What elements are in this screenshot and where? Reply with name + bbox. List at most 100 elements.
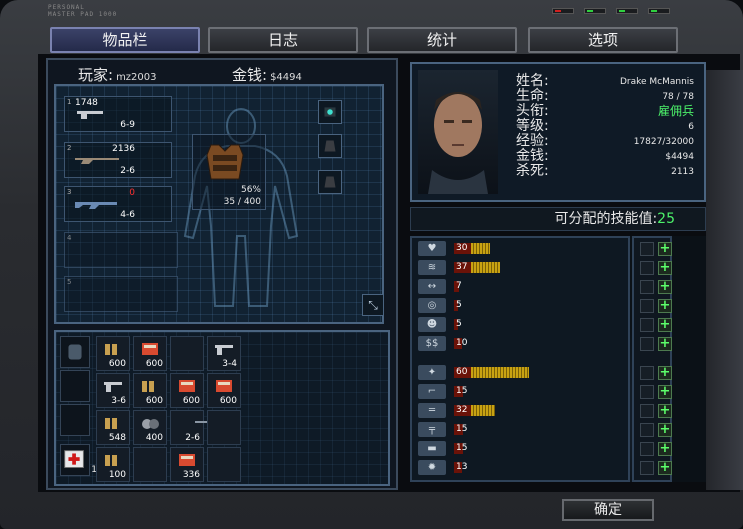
inventory-cell[interactable]: 600 [170,373,204,408]
inventory-panel: 玩家: mz2003 金钱: $4494 1 1748 6-9 2 2136 2-6… [46,58,398,490]
skill-value: 15 [456,443,468,453]
skill-plus-button[interactable]: + [658,385,672,399]
stat-value: 17827/32000 [633,137,694,147]
inventory-cell[interactable]: 3-6 [96,373,130,408]
skill-row: ↔ 7 [416,278,626,296]
skill-value: 5 [456,319,462,329]
ok-button[interactable]: 确定 [562,499,654,521]
stat-label: 等级: [516,118,549,134]
skill-minus-button[interactable] [640,318,654,332]
gadget-slot-3[interactable] [318,170,342,194]
skill-minus-button[interactable] [640,423,654,437]
ammo-box-icon [179,454,195,466]
inventory-cell[interactable]: 600 [207,373,241,408]
stat-label: 姓名: [516,73,549,89]
weapon-slot-1[interactable]: 1 1748 6-9 [64,96,172,132]
skill-plus-button[interactable]: + [658,318,672,332]
skill-minus-button[interactable] [640,385,654,399]
skill-bar-bonus [471,243,490,254]
skill-minus-button[interactable] [640,337,654,351]
inventory-cell[interactable] [133,447,167,482]
skill-plus-button[interactable]: + [658,404,672,418]
skill-minus-button[interactable] [640,366,654,380]
backpack-side-slot[interactable] [60,370,90,402]
medkit-icon [64,450,84,468]
ammo-icon [105,344,117,355]
skill-row: $$ 10 [416,335,626,353]
skill-minus-button[interactable] [640,280,654,294]
backpack-side-slot[interactable] [60,336,90,368]
weapon-slot-3[interactable]: 3 0 4-6 [64,186,172,222]
tab-inventory[interactable]: 物品栏 [50,27,200,53]
stat-title: 头衔: 雇佣兵 [516,104,694,119]
skill-minus-button[interactable] [640,242,654,256]
skill-plus-button[interactable]: + [658,299,672,313]
gadget-slot-1[interactable] [318,100,342,124]
skill-minus-button[interactable] [640,261,654,275]
character-portrait [418,70,498,194]
armor-slot[interactable]: 56% 35 / 400 [192,134,266,210]
brand-line1: PERSONAL [48,4,85,11]
skill-points-label: 可分配的技能值: [554,211,658,227]
skill-value: 13 [456,462,468,472]
character-panel: 姓名: Drake McMannis 生命: 78 / 78 头衔: 雇佣兵 等级: 6… [410,62,706,202]
skill-row: ╤ 15 [416,421,626,439]
shotgun-skill-icon: ╤ [418,422,446,437]
skill-row: ✹ 13 [416,459,626,477]
player-name: mz2003 [116,72,157,83]
tab-stats[interactable]: 统计 [367,27,517,53]
skill-minus-button[interactable] [640,404,654,418]
gadget-slot-2[interactable] [318,134,342,158]
backpack-side-slot[interactable] [60,404,90,436]
skill-plus-button[interactable]: + [658,423,672,437]
weapon-slot-4[interactable]: 4 [64,232,178,268]
skill-minus-button[interactable] [640,442,654,456]
weapon-damage: 6-9 [120,120,135,130]
skill-plus-button[interactable]: + [658,337,672,351]
led-red-icon [552,8,574,14]
inventory-cell[interactable] [207,410,241,445]
stat-life: 生命: 78 / 78 [516,89,694,104]
weapon-damage: 4-6 [120,210,135,220]
item-count: 2-6 [185,433,200,443]
skill-plus-button[interactable]: + [658,242,672,256]
medkit-slot[interactable]: 1 [60,444,97,476]
ammo-box-icon [179,380,195,392]
skill-plus-button[interactable]: + [658,461,672,475]
stat-value: 6 [688,122,694,132]
stat-value: 2113 [671,167,694,177]
inventory-cell[interactable]: 400 [133,410,167,445]
inventory-cell[interactable]: 100 [96,447,130,482]
heavy-skill-icon: ▬ [418,441,446,456]
skill-minus-button[interactable] [640,461,654,475]
skill-minus-button[interactable] [640,299,654,313]
inventory-cell[interactable] [170,336,204,371]
ammo-icon [142,381,154,392]
skill-plus-button[interactable]: + [658,366,672,380]
inventory-cell[interactable]: 3-4 [207,336,241,371]
skill-bar-bonus [471,405,495,416]
stat-value: 78 / 78 [662,92,694,102]
weapon-slot-5[interactable]: 5 [64,276,178,312]
accuracy-icon: ◎ [418,298,446,313]
inventory-cell[interactable]: 600 [96,336,130,371]
tab-log[interactable]: 日志 [208,27,358,53]
expand-icon[interactable]: ⤡ [362,294,384,316]
slot-number: 2 [67,144,72,152]
inventory-cell[interactable]: 336 [170,447,204,482]
tab-options[interactable]: 选项 [528,27,678,53]
rifle-skill-icon: ═ [418,403,446,418]
inventory-cell[interactable]: 2-6 [170,410,236,445]
stat-exp: 经验: 17827/32000 [516,134,694,149]
inventory-cell[interactable]: 548 [96,410,130,445]
inventory-cell[interactable] [207,447,241,482]
trade-icon: $$ [418,336,446,351]
stat-label: 金钱: [516,148,549,164]
inventory-cell[interactable]: 600 [133,373,167,408]
skill-plus-button[interactable]: + [658,442,672,456]
inventory-cell[interactable]: 600 [133,336,167,371]
skill-plus-button[interactable]: + [658,280,672,294]
skill-value: 5 [456,300,462,310]
weapon-slot-2[interactable]: 2 2136 2-6 [64,142,172,178]
skill-plus-button[interactable]: + [658,261,672,275]
